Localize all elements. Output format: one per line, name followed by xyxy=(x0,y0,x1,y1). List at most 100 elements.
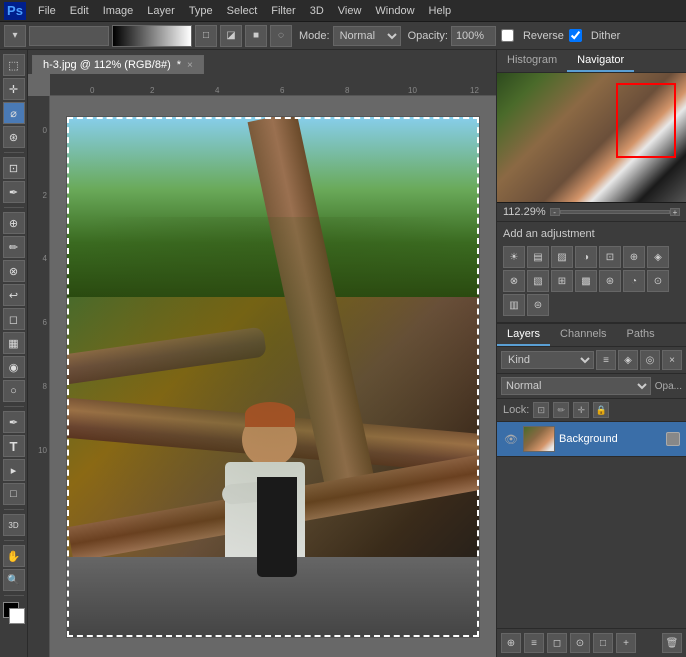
pen-tool[interactable]: ✒ xyxy=(3,411,25,433)
tool-preset-btn[interactable]: ▾ xyxy=(4,25,26,47)
dither-checkbox[interactable] xyxy=(569,29,582,42)
menu-view[interactable]: View xyxy=(332,3,368,19)
add-mask-btn[interactable]: ◻ xyxy=(547,633,567,653)
lock-transparent-btn[interactable]: ⊡ xyxy=(533,402,549,418)
hand-tool[interactable]: ✋ xyxy=(3,545,25,567)
adj-bw[interactable]: ⊗ xyxy=(503,270,525,292)
layer-background[interactable]: 👁 Background xyxy=(497,422,686,457)
mode-select[interactable]: Normal Dissolve Multiply xyxy=(333,26,401,46)
photo-background xyxy=(67,117,479,637)
layer-name: Background xyxy=(559,433,618,445)
adj-selective-color[interactable]: ⊜ xyxy=(527,294,549,316)
add-style-btn[interactable]: ≡ xyxy=(524,633,544,653)
zoom-slider[interactable] xyxy=(560,210,670,214)
path-selection-tool[interactable]: ▸ xyxy=(3,459,25,481)
type-tool[interactable]: T xyxy=(3,435,25,457)
brush-preview[interactable] xyxy=(29,26,109,46)
quick-selection-tool[interactable]: ⊛ xyxy=(3,126,25,148)
adj-levels[interactable]: ▤ xyxy=(527,246,549,268)
clone-stamp-tool[interactable]: ⊗ xyxy=(3,260,25,282)
paths-tab[interactable]: Paths xyxy=(617,324,665,346)
adj-curves[interactable]: ▨ xyxy=(551,246,573,268)
layers-filter-smart[interactable]: ◎ xyxy=(640,350,660,370)
adj-exposure[interactable]: ◑ xyxy=(575,246,597,268)
layers-filter-adjust[interactable]: ◈ xyxy=(618,350,638,370)
adj-color-lookup[interactable]: ▩ xyxy=(575,270,597,292)
history-brush-tool[interactable]: ↩ xyxy=(3,284,25,306)
menu-select[interactable]: Select xyxy=(221,3,264,19)
lock-position-btn[interactable]: ✛ xyxy=(573,402,589,418)
adj-gradient-map[interactable]: ▥ xyxy=(503,294,525,316)
new-layer-btn[interactable]: + xyxy=(616,633,636,653)
mode-icon-1[interactable]: □ xyxy=(195,25,217,47)
3d-tool[interactable]: 3D xyxy=(3,514,25,536)
move-tool[interactable]: ✛ xyxy=(3,78,25,100)
adj-brightness[interactable]: ☀ xyxy=(503,246,525,268)
lasso-tool[interactable]: ⌀ xyxy=(3,102,25,124)
menu-filter[interactable]: Filter xyxy=(265,3,301,19)
adj-invert[interactable]: ⊛ xyxy=(599,270,621,292)
lock-image-btn[interactable]: ✏ xyxy=(553,402,569,418)
menu-edit[interactable]: Edit xyxy=(64,3,95,19)
lock-all-btn[interactable]: 🔒 xyxy=(593,402,609,418)
menu-3d[interactable]: 3D xyxy=(304,3,330,19)
gradient-tool[interactable]: ▦ xyxy=(3,332,25,354)
layer-visibility-eye[interactable]: 👁 xyxy=(503,431,519,447)
menu-layer[interactable]: Layer xyxy=(141,3,181,19)
foreground-color[interactable] xyxy=(3,602,25,624)
brush-tool[interactable]: ✏ xyxy=(3,236,25,258)
opacity-input[interactable] xyxy=(451,26,496,46)
reverse-checkbox[interactable] xyxy=(501,29,514,42)
adj-color-balance[interactable]: ◈ xyxy=(647,246,669,268)
navigator-tab[interactable]: Navigator xyxy=(567,50,634,72)
kind-select[interactable]: Kind xyxy=(501,351,594,369)
layers-filter-off[interactable]: × xyxy=(662,350,682,370)
zoom-out-btn[interactable]: - xyxy=(550,208,560,216)
mode-icon-2[interactable]: ◪ xyxy=(220,25,242,47)
rectangle-tool[interactable]: □ xyxy=(3,483,25,505)
layers-tab[interactable]: Layers xyxy=(497,324,550,346)
document-tab[interactable]: h-3.jpg @ 112% (RGB/8#) * × xyxy=(32,55,204,74)
layers-blend-row: Normal Dissolve Multiply Screen Opa... xyxy=(497,374,686,399)
menu-window[interactable]: Window xyxy=(369,3,420,19)
canvas-wrapper[interactable]: 0 2 4 6 8 10 12 0 2 4 6 8 10 xyxy=(28,74,496,657)
dodge-tool[interactable]: ○ xyxy=(3,380,25,402)
zoom-in-btn[interactable]: + xyxy=(670,208,680,216)
eyedropper-tool[interactable]: ✒ xyxy=(3,181,25,203)
crop-tool[interactable]: ⊡ xyxy=(3,157,25,179)
delete-layer-btn[interactable]: 🗑 xyxy=(662,633,682,653)
person-legs xyxy=(257,477,297,577)
new-group-btn[interactable]: □ xyxy=(593,633,613,653)
ruler-mark-10: 10 xyxy=(408,86,417,95)
adj-hsl[interactable]: ⊕ xyxy=(623,246,645,268)
layer-thumbnail xyxy=(523,426,555,452)
menu-file[interactable]: File xyxy=(32,3,62,19)
adj-posterize[interactable]: ◔ xyxy=(623,270,645,292)
adj-vibrance[interactable]: ⊡ xyxy=(599,246,621,268)
new-fill-btn[interactable]: ⊙ xyxy=(570,633,590,653)
zoom-tool[interactable]: 🔍 xyxy=(3,569,25,591)
navigator-content xyxy=(497,73,686,203)
mode-icon-4[interactable]: ◌ xyxy=(270,25,292,47)
adj-photo-filter[interactable]: ▧ xyxy=(527,270,549,292)
mode-icon-3[interactable]: ■ xyxy=(245,25,267,47)
ruler-mark-2: 2 xyxy=(150,86,154,95)
channels-tab[interactable]: Channels xyxy=(550,324,616,346)
menu-type[interactable]: Type xyxy=(183,3,219,19)
link-layers-btn[interactable]: ⊕ xyxy=(501,633,521,653)
histogram-tab[interactable]: Histogram xyxy=(497,50,567,72)
adj-channel-mixer[interactable]: ⊞ xyxy=(551,270,573,292)
menu-image[interactable]: Image xyxy=(97,3,140,19)
ruler-mark-8: 8 xyxy=(345,86,349,95)
healing-brush-tool[interactable]: ⊕ xyxy=(3,212,25,234)
canvas-inner[interactable] xyxy=(50,96,496,657)
adj-threshold[interactable]: ⊙ xyxy=(647,270,669,292)
tab-close-btn[interactable]: × xyxy=(187,60,193,71)
blend-mode-select[interactable]: Normal Dissolve Multiply Screen xyxy=(501,377,651,395)
eraser-tool[interactable]: ◻ xyxy=(3,308,25,330)
layers-filter-type[interactable]: ≡ xyxy=(596,350,616,370)
menu-help[interactable]: Help xyxy=(423,3,458,19)
blur-tool[interactable]: ◉ xyxy=(3,356,25,378)
gradient-preview[interactable] xyxy=(112,25,192,47)
marquee-tool[interactable]: ⬚ xyxy=(3,54,25,76)
